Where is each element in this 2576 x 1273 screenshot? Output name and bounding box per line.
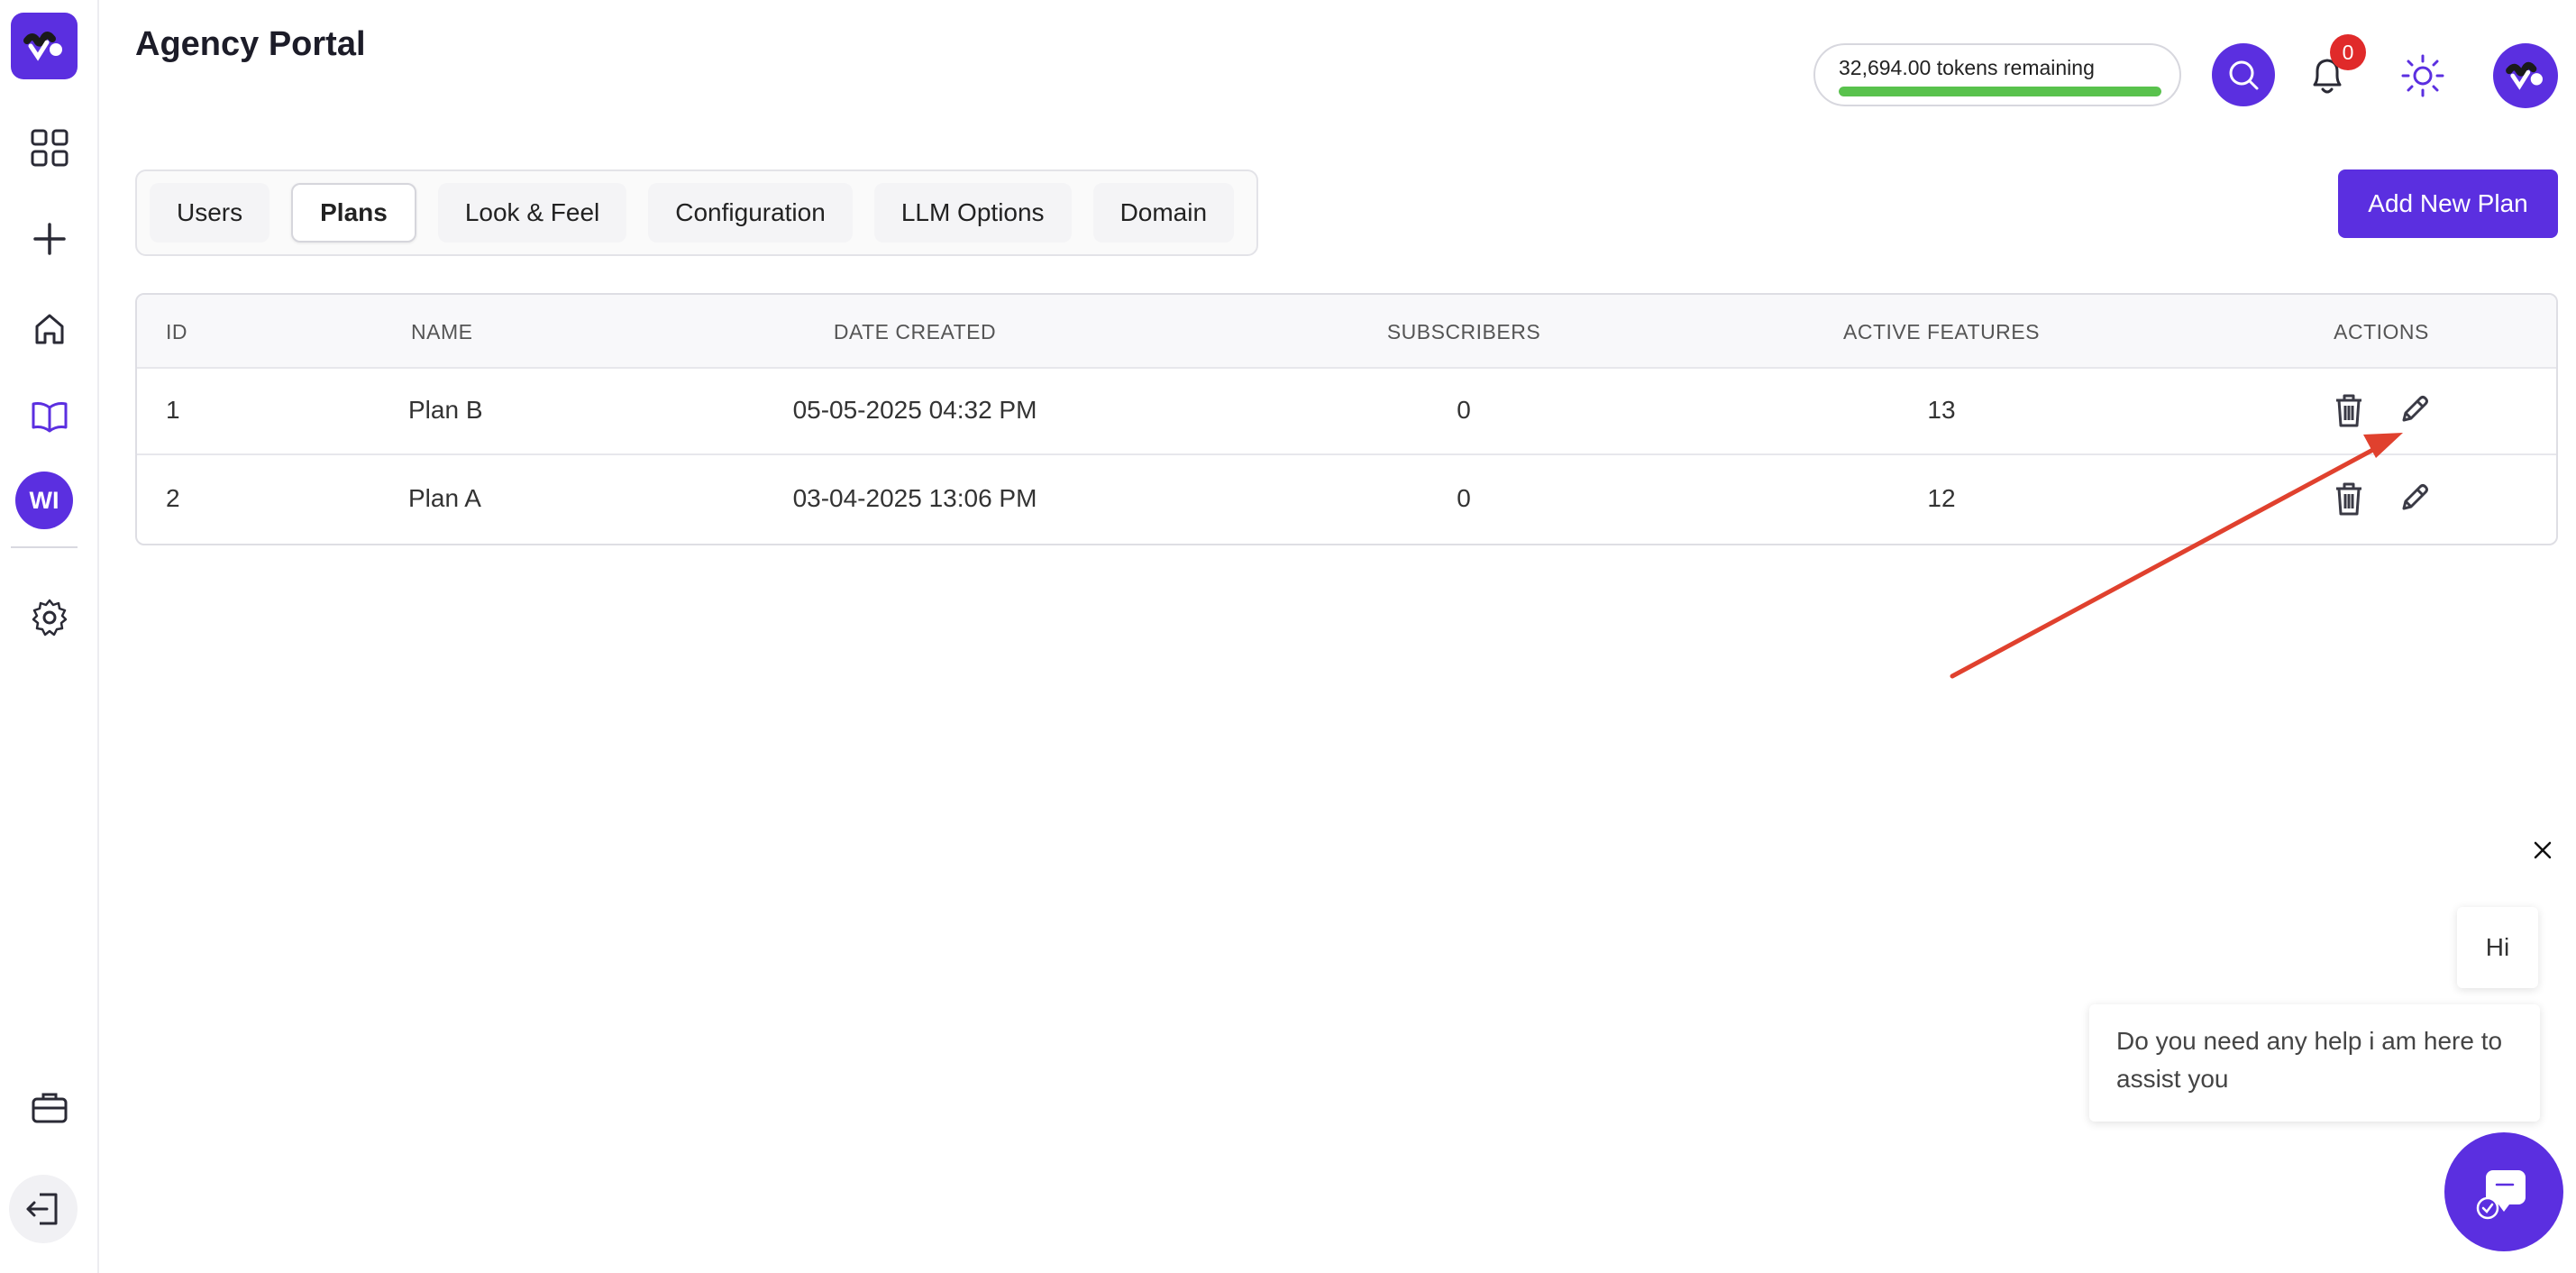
close-icon (2534, 841, 2552, 859)
chat-close-button[interactable] (2529, 837, 2556, 864)
chat-icon (2476, 1170, 2526, 1220)
chat-message-help: Do you need any help i am here to assist… (2089, 1004, 2540, 1122)
chat-message-hi: Hi (2457, 907, 2538, 988)
chat-launcher-button[interactable] (2444, 1132, 2563, 1251)
